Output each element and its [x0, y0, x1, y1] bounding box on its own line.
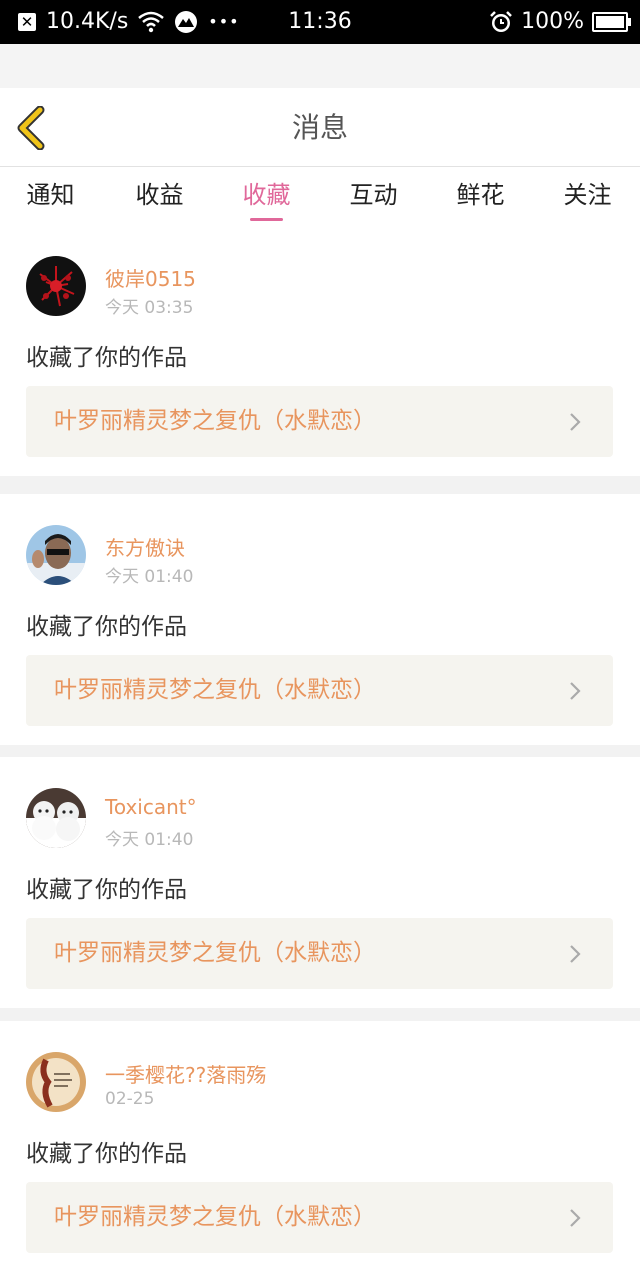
back-chevron-icon	[17, 105, 45, 151]
top-spacer	[0, 44, 640, 88]
action-text: 收藏了你的作品	[26, 877, 187, 903]
work-title: 叶罗丽精灵梦之复仇（水默恋）	[54, 408, 376, 434]
message-tabs: 通知 收益 收藏 互动 鲜花 关注	[0, 167, 640, 225]
tab-favorites[interactable]: 收藏	[213, 167, 320, 225]
username[interactable]: Toxicant°	[105, 795, 197, 819]
avatar[interactable]	[26, 525, 86, 585]
battery-percent: 100%	[521, 9, 584, 34]
tab-interactions[interactable]: 互动	[320, 167, 427, 225]
page-title: 消息	[291, 111, 348, 144]
username[interactable]: 一季樱花??落雨殇	[105, 1059, 266, 1088]
avatar[interactable]	[26, 788, 86, 848]
work-title: 叶罗丽精灵梦之复仇（水默恋）	[54, 940, 376, 966]
message-card: 一季樱花??落雨殇 02-25 收藏了你的作品 叶罗丽精灵梦之复仇（水默恋）	[0, 1021, 640, 1272]
status-right: 100%	[489, 0, 631, 44]
message-time: 今天 01:40	[105, 567, 194, 587]
tab-notifications[interactable]: 通知	[0, 167, 104, 225]
action-text: 收藏了你的作品	[26, 1141, 187, 1167]
tab-follows[interactable]: 关注	[534, 167, 640, 225]
action-text: 收藏了你的作品	[26, 614, 187, 640]
chevron-right-icon	[570, 682, 581, 700]
status-bar: ✕ 10.4K/s ••• 11:36 100%	[0, 0, 640, 44]
message-card: 东方傲诀 今天 01:40 收藏了你的作品 叶罗丽精灵梦之复仇（水默恋）	[0, 494, 640, 745]
chevron-right-icon	[570, 945, 581, 963]
back-button[interactable]	[14, 105, 54, 151]
work-link[interactable]: 叶罗丽精灵梦之复仇（水默恋）	[26, 1182, 613, 1253]
avatar[interactable]	[26, 256, 86, 316]
alarm-icon	[490, 11, 512, 32]
work-link[interactable]: 叶罗丽精灵梦之复仇（水默恋）	[26, 918, 613, 989]
avatar[interactable]	[26, 1052, 86, 1112]
tab-flowers[interactable]: 鲜花	[427, 167, 534, 225]
message-card: Toxicant° 今天 01:40 收藏了你的作品 叶罗丽精灵梦之复仇（水默恋…	[0, 757, 640, 1008]
work-title: 叶罗丽精灵梦之复仇（水默恋）	[54, 1204, 376, 1230]
work-link[interactable]: 叶罗丽精灵梦之复仇（水默恋）	[26, 386, 613, 457]
message-card: 彼岸0515 今天 03:35 收藏了你的作品 叶罗丽精灵梦之复仇（水默恋）	[0, 225, 640, 476]
work-link[interactable]: 叶罗丽精灵梦之复仇（水默恋）	[26, 655, 613, 726]
work-title: 叶罗丽精灵梦之复仇（水默恋）	[54, 677, 376, 703]
chevron-right-icon	[570, 413, 581, 431]
username[interactable]: 东方傲诀	[105, 532, 185, 561]
message-time: 02-25	[105, 1089, 155, 1109]
battery-icon	[592, 12, 631, 32]
action-text: 收藏了你的作品	[26, 345, 187, 371]
message-time: 今天 01:40	[105, 830, 194, 850]
page-header: 消息	[0, 88, 640, 167]
chevron-right-icon	[570, 1209, 581, 1227]
tab-earnings[interactable]: 收益	[106, 167, 213, 225]
username[interactable]: 彼岸0515	[105, 263, 196, 292]
message-time: 今天 03:35	[105, 298, 194, 318]
